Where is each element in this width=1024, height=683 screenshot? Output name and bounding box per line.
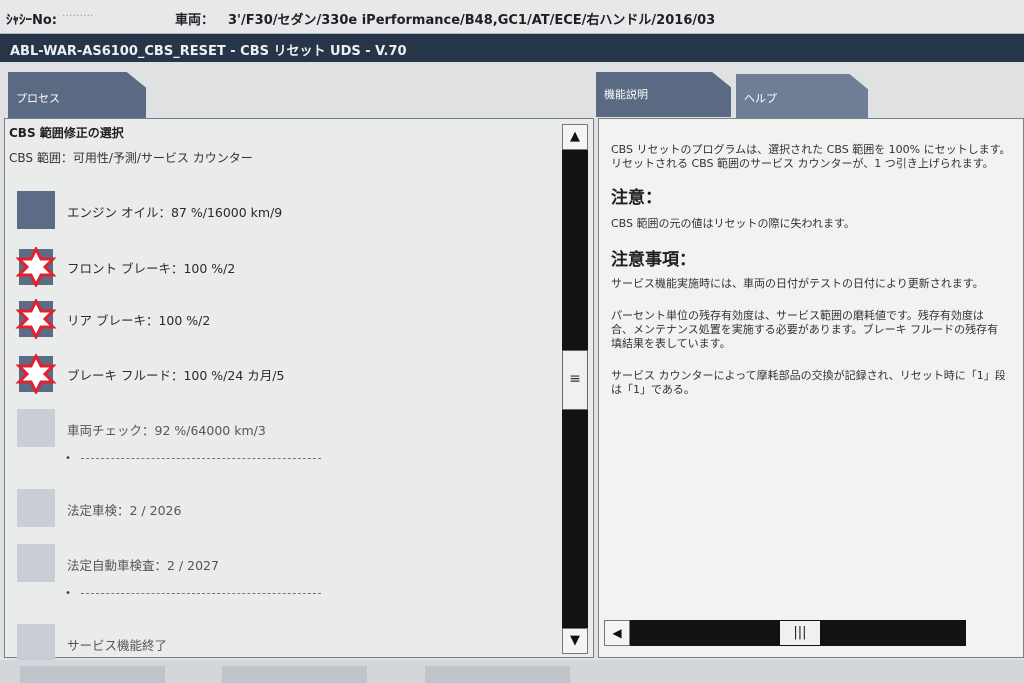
note-2-line-1: パーセント単位の残存有効度は、サービス範囲の磨耗値です。残存有効度は — [611, 309, 984, 322]
note-3-line-1: サービス カウンターによって摩耗部品の交換が記録され、リセット時に「1」段 — [611, 369, 1006, 382]
scroll-thumb[interactable]: ≡ — [562, 350, 588, 410]
tab-function-description[interactable]: 機能説明 — [596, 72, 731, 117]
toolbar-button[interactable] — [20, 666, 165, 683]
bullet: • — [65, 453, 71, 464]
chassis-number-value: ········· — [62, 9, 94, 22]
bullet: • — [65, 588, 71, 599]
vehicle-value: 3'/F30/セダン/330e iPerformance/B48,GC1/AT/… — [228, 13, 716, 28]
tab-process-label: プロセス — [16, 92, 60, 105]
cbs-item-label: 法定車検：2 / 2026 — [67, 503, 182, 518]
caution-heading: 注意： — [611, 188, 662, 208]
scroll-down-arrow-icon[interactable]: ▼ — [562, 628, 588, 654]
window-title: ABL-WAR-AS6100_CBS_RESET - CBS リセット UDS … — [0, 34, 1024, 62]
bottom-toolbar — [0, 660, 1024, 683]
cbs-item-label: リア ブレーキ：100 %/2 — [67, 313, 211, 328]
right-horizontal-scrollbar[interactable]: ◀ ||| — [604, 620, 1024, 646]
warning-star-icon — [15, 299, 57, 339]
note-1: サービス機能実施時には、車両の日付がテストの日付により更新されます。 — [611, 277, 984, 290]
notes-heading: 注意事項： — [611, 250, 696, 270]
vehicle-info-bar: ｼｬｼｰNo: ········· 車両： 3'/F30/セダン/330e iP… — [0, 0, 1024, 34]
cbs-status-square-icon — [17, 409, 55, 447]
scroll-track[interactable]: ≡ — [562, 150, 588, 628]
cbs-item-label: フロント ブレーキ：100 %/2 — [67, 261, 236, 276]
dashed-line — [80, 457, 321, 459]
tab-process[interactable]: プロセス — [8, 72, 146, 118]
note-2-line-2: 合、メンテナンス処置を実施する必要があります。ブレーキ フルードの残存有 — [611, 323, 999, 336]
cbs-status-square-icon — [17, 191, 55, 229]
cbs-item-sub-line: • — [65, 588, 321, 599]
tab-function-description-label: 機能説明 — [604, 88, 648, 101]
scroll-track[interactable]: ||| — [630, 620, 966, 646]
intro-line-2: リセットされる CBS 範囲のサービス カウンターが、1 つ引き上げられます。 — [611, 157, 994, 170]
vehicle-label: 車両： — [175, 13, 215, 28]
cbs-status-square-icon — [17, 544, 55, 582]
intro-line-1: CBS リセットのプログラムは、選択された CBS 範囲を 100% にセットし… — [611, 143, 1011, 156]
diagnostic-app-window: ｼｬｼｰNo: ········· 車両： 3'/F30/セダン/330e iP… — [0, 0, 1024, 683]
cbs-item-label: 法定自動車検査：2 / 2027 — [67, 558, 219, 573]
selection-title: CBS 範囲修正の選択 — [9, 126, 124, 140]
cbs-item-label: エンジン オイル：87 %/16000 km/9 — [67, 205, 283, 220]
warning-star-icon — [15, 247, 57, 287]
scroll-left-arrow-icon[interactable]: ◀ — [604, 620, 630, 646]
cbs-status-square-icon — [17, 624, 55, 662]
process-panel: CBS 範囲修正の選択 CBS 範囲：可用性/予測/サービス カウンター エンジ… — [4, 118, 594, 662]
tab-help-label: ヘルプ — [744, 92, 777, 105]
chassis-number-label: ｼｬｼｰNo: — [6, 13, 58, 28]
tab-help[interactable]: ヘルプ — [736, 74, 868, 119]
cbs-status-square-icon — [17, 489, 55, 527]
cbs-item-label: ブレーキ フルード：100 %/24 カ月/5 — [67, 368, 285, 383]
note-3-line-2: は「1」である。 — [611, 383, 695, 396]
warning-star-icon — [15, 354, 57, 394]
dashed-line — [80, 592, 321, 594]
toolbar-button[interactable] — [425, 666, 570, 683]
note-2-line-3: 填結果を表しています。 — [611, 337, 731, 350]
cbs-item-sub-line: • — [65, 453, 321, 464]
scroll-thumb[interactable]: ||| — [780, 621, 820, 645]
cbs-item-label: 車両チェック：92 %/64000 km/3 — [67, 423, 266, 438]
cbs-item-label: サービス機能終了 — [67, 638, 168, 653]
selection-subtitle: CBS 範囲：可用性/予測/サービス カウンター — [9, 151, 253, 165]
left-vertical-scrollbar[interactable]: ▲ ≡ ▼ — [562, 124, 588, 654]
toolbar-button[interactable] — [222, 666, 367, 683]
function-description-panel: CBS リセットのプログラムは、選択された CBS 範囲を 100% にセットし… — [598, 118, 1024, 658]
caution-text: CBS 範囲の元の値はリセットの際に失われます。 — [611, 217, 855, 230]
scroll-up-arrow-icon[interactable]: ▲ — [562, 124, 588, 150]
